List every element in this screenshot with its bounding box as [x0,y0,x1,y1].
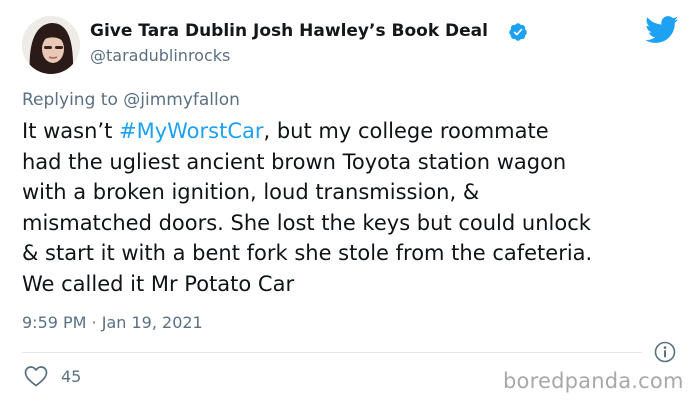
tweet-line: We called it Mr Potato Car [22,271,295,296]
tweet-line: with a broken ignition, loud transmissio… [22,180,480,204]
divider [22,352,642,353]
verified-badge-icon [509,23,527,41]
twitter-bird-icon[interactable] [645,16,679,44]
avatar[interactable] [22,16,80,74]
like-count: 45 [61,366,82,386]
tweet-text: It wasn’t #MyWorstCar, but my college ro… [22,116,692,299]
watermark: boredpanda.com [503,369,684,393]
tweet-line: had the ugliest ancient brown Toyota sta… [22,149,567,174]
tweet-line: It wasn’t #MyWorstCar, but my college ro… [22,116,692,147]
reply-prefix: Replying to [22,90,124,110]
tweet-line-text: It wasn’t [22,119,119,143]
like-button[interactable]: 45 [24,364,81,388]
tweet-line: & start it with a bent fork she stole fr… [22,241,593,265]
reply-mention-link[interactable]: @jimmyfallon [123,90,240,110]
reply-context: Replying to @jimmyfallon [22,90,240,110]
author-display-name[interactable]: Give Tara Dublin Josh Hawley’s Book Deal [90,21,488,41]
hashtag-link[interactable]: #MyWorstCar [119,119,264,143]
author-handle[interactable]: @taradublinrocks [90,46,230,65]
tweet-line: mismatched doors. She lost the keys but … [22,210,591,235]
tweet-timestamp[interactable]: 9:59 PM · Jan 19, 2021 [22,313,203,332]
heart-icon [24,366,48,387]
info-icon[interactable] [653,340,677,364]
avatar-photo [22,16,80,74]
tweet-line-text: , but my college roommate [263,119,549,143]
tweet-card: Give Tara Dublin Josh Hawley’s Book Deal… [0,0,700,402]
